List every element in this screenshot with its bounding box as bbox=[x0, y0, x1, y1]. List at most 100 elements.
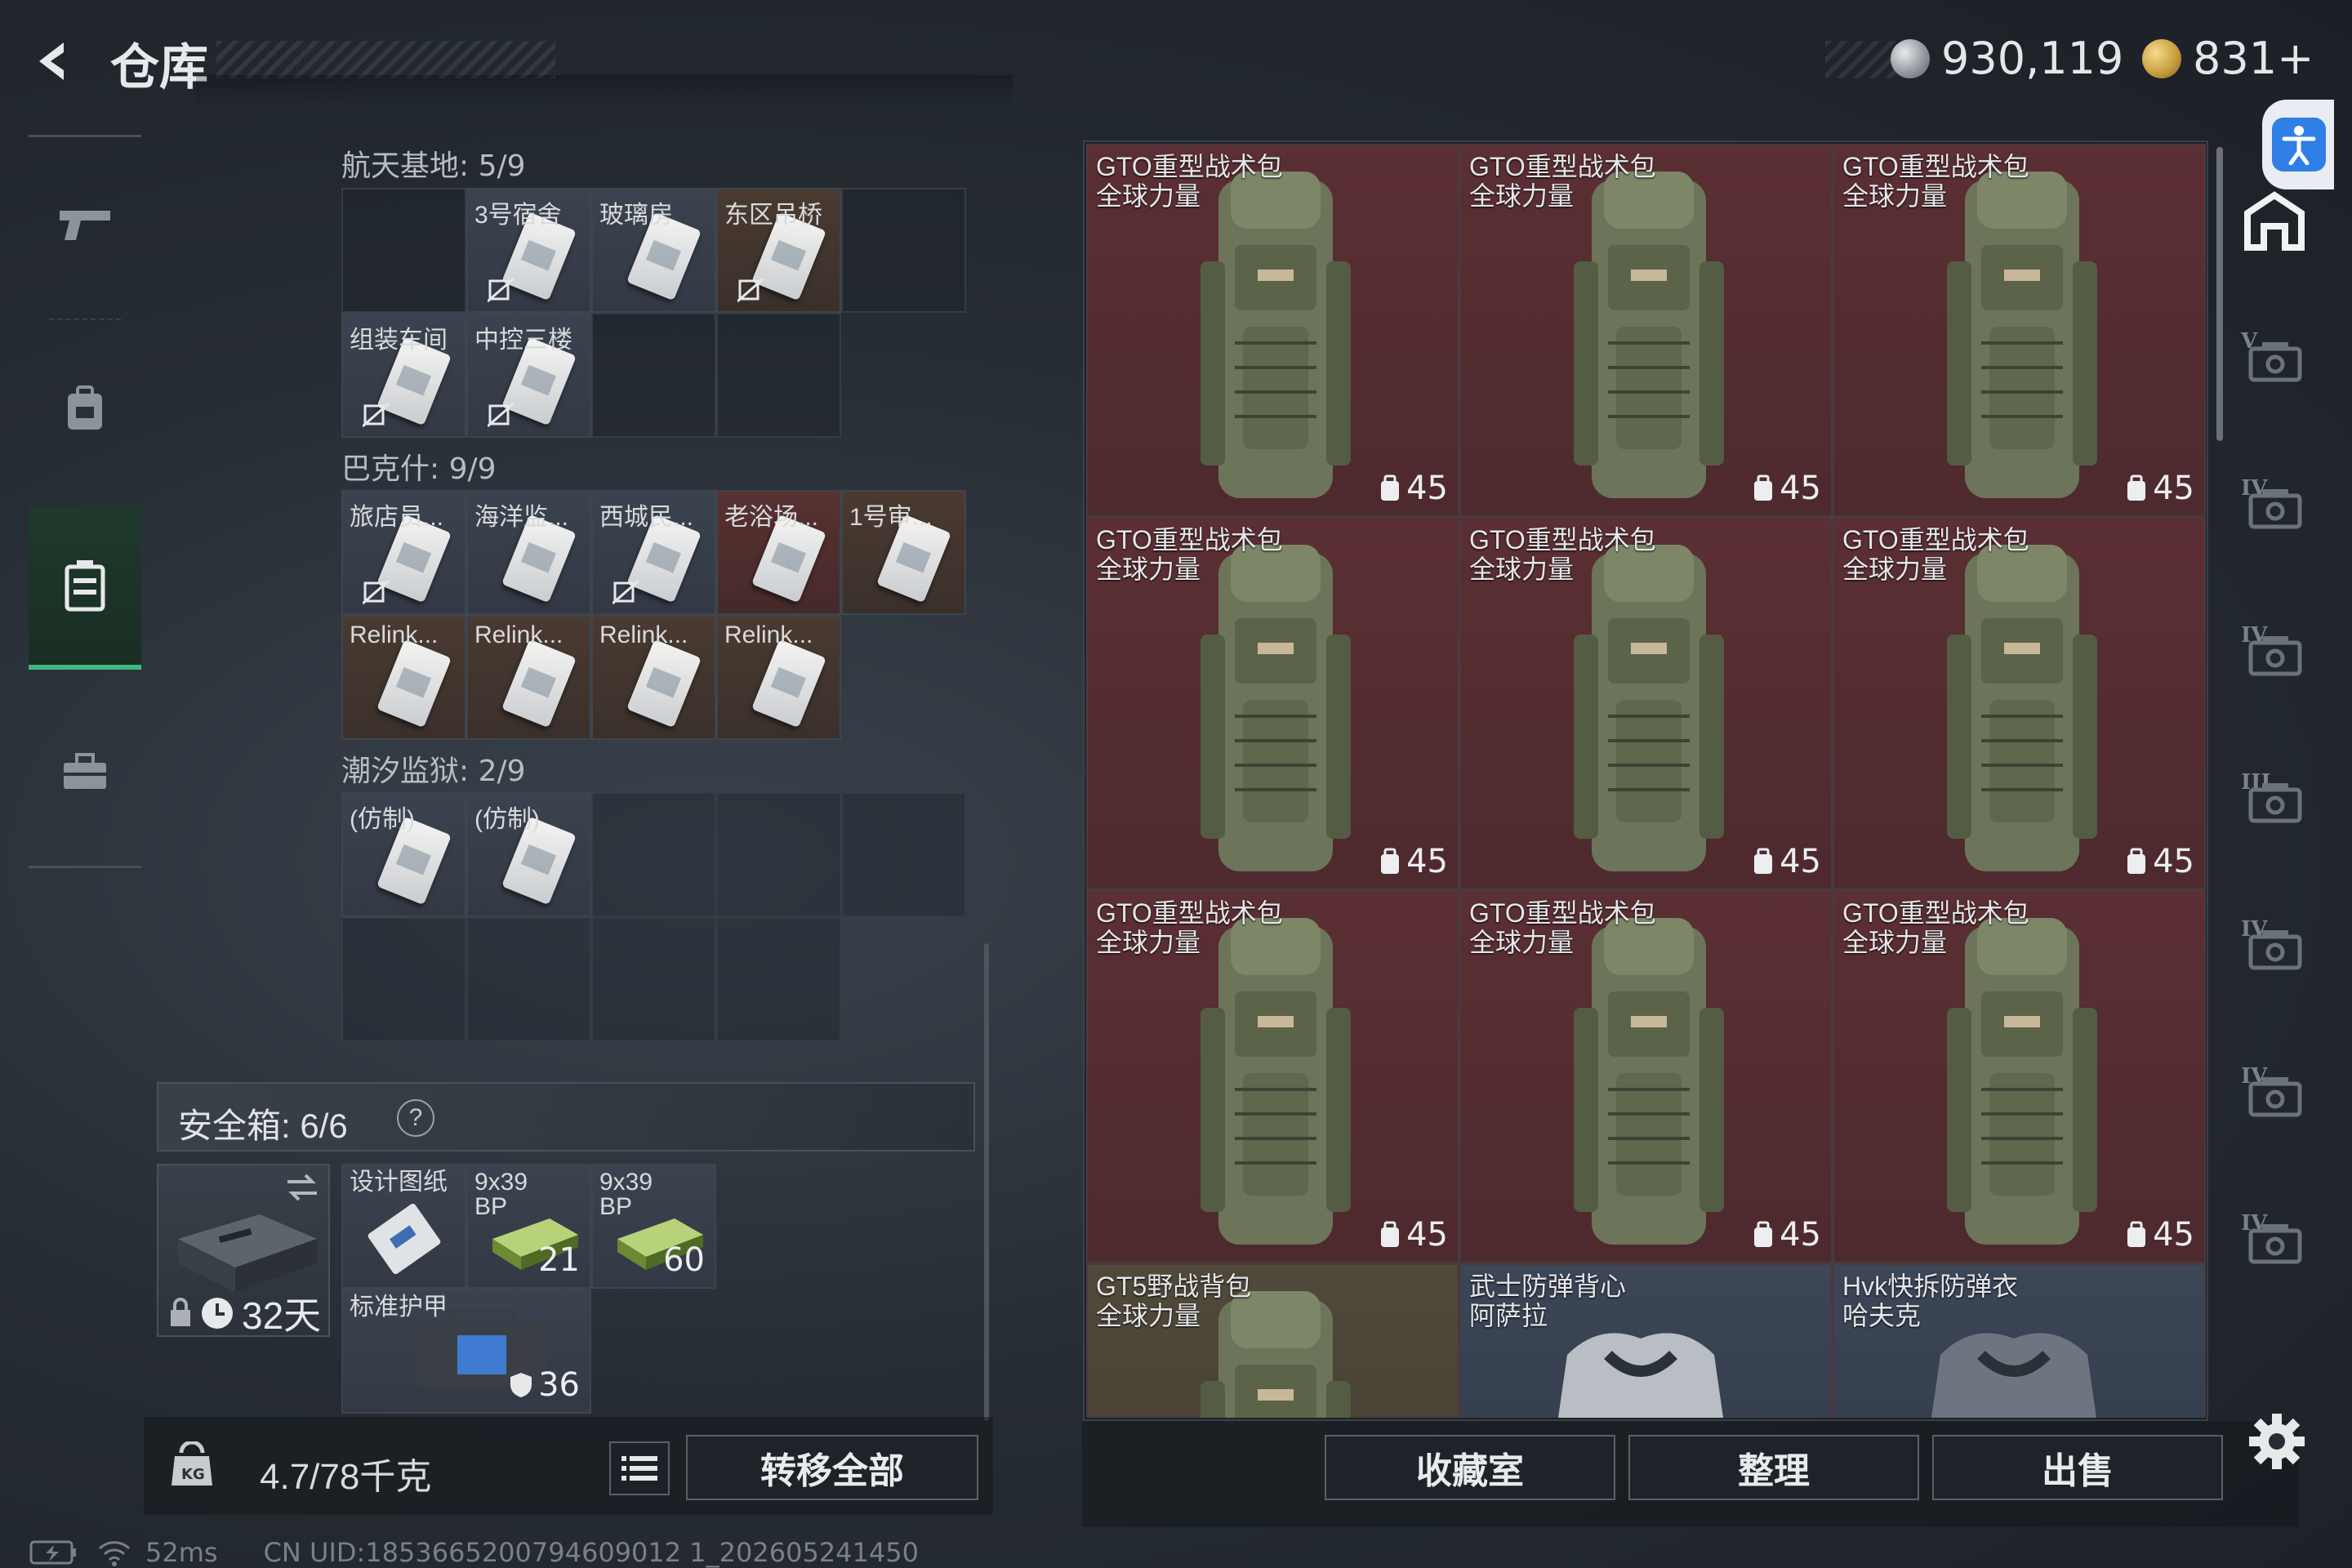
side-tab-tier[interactable]: IV bbox=[2238, 617, 2311, 690]
access-card-slot[interactable]: 3号宿舍 bbox=[466, 188, 591, 313]
side-tab-tier[interactable]: V bbox=[2238, 323, 2311, 396]
collection-room-button[interactable]: 收藏室 bbox=[1325, 1435, 1615, 1500]
inventory-item[interactable]: GTO重型战术包 全球力量 45 bbox=[1833, 144, 2206, 517]
safe-case-icon bbox=[65, 560, 105, 612]
item-name: 设计图纸 bbox=[350, 1169, 448, 1196]
item-weight-count: 45 bbox=[2125, 470, 2194, 507]
empty-slot bbox=[841, 792, 966, 917]
inventory-item[interactable]: GTO重型战术包 全球力量 45 bbox=[1459, 144, 1833, 517]
inventory-item[interactable]: 武士防弹背心 阿萨拉 bbox=[1459, 1263, 1833, 1418]
armor-slot[interactable]: 标准护甲 36 bbox=[341, 1289, 591, 1414]
side-tab-tier[interactable]: IV bbox=[2238, 470, 2311, 543]
backpack-image bbox=[1574, 545, 1724, 871]
item-count-value: 45 bbox=[1780, 843, 1821, 880]
home-tab-button[interactable] bbox=[2238, 184, 2311, 257]
safe-box-help-button[interactable]: ? bbox=[397, 1099, 434, 1137]
item-name: 9x39 BP bbox=[474, 1169, 528, 1220]
access-card-slot[interactable]: 旅店员... bbox=[341, 490, 466, 615]
access-card-slot[interactable]: 老浴场... bbox=[716, 490, 841, 615]
access-card-slot[interactable]: Relink... bbox=[591, 615, 716, 740]
inventory-item[interactable]: GTO重型战术包 全球力量 45 bbox=[1086, 144, 1459, 517]
title-stripe bbox=[216, 41, 555, 78]
access-card-slot[interactable]: (仿制) bbox=[466, 792, 591, 917]
inventory-item[interactable]: GTO重型战术包 全球力量 45 bbox=[1833, 517, 2206, 890]
backpack-capacity-icon bbox=[1381, 474, 1400, 501]
clock-icon bbox=[202, 1298, 233, 1329]
blueprint-icon bbox=[368, 1203, 441, 1275]
currency-gold[interactable]: 831+ bbox=[2142, 33, 2314, 84]
right-scrollbar[interactable] bbox=[2216, 147, 2223, 441]
safe-box-label: 安全箱: 6/6 bbox=[178, 1107, 348, 1145]
access-card-slot[interactable]: 1号审... bbox=[841, 490, 966, 615]
card-name: Relink... bbox=[474, 621, 564, 648]
inventory-item[interactable]: Hvk快拆防弹衣 哈夫克 bbox=[1833, 1263, 2206, 1418]
access-card-icon bbox=[376, 639, 452, 728]
side-tab-tier[interactable]: III bbox=[2238, 764, 2311, 837]
access-card-icon bbox=[626, 639, 702, 728]
back-button[interactable] bbox=[24, 33, 82, 90]
inventory-item[interactable]: GTO重型战术包 全球力量 45 bbox=[1086, 890, 1459, 1263]
list-view-button[interactable] bbox=[609, 1441, 670, 1495]
equipment-tab-icon bbox=[2248, 783, 2302, 823]
access-card-slot[interactable]: 玻璃房 bbox=[591, 188, 716, 313]
side-tab-tier[interactable]: IV bbox=[2238, 911, 2311, 984]
item-name: GTO重型战术包 全球力量 bbox=[1096, 898, 1283, 957]
access-card-slot[interactable]: 组装车间 bbox=[341, 313, 466, 438]
access-card-slot[interactable]: Relink... bbox=[716, 615, 841, 740]
card-name: 西城民... bbox=[599, 504, 694, 531]
equipment-tab-icon bbox=[2248, 636, 2302, 676]
nav-toolbox[interactable] bbox=[29, 715, 141, 829]
access-card-slot[interactable]: 海洋监... bbox=[466, 490, 591, 615]
wifi-icon bbox=[98, 1541, 131, 1566]
settings-button[interactable] bbox=[2244, 1409, 2310, 1474]
empty-slot bbox=[591, 313, 716, 438]
nav-warehouse[interactable] bbox=[29, 506, 141, 670]
inventory-item[interactable]: GTO重型战术包 全球力量 45 bbox=[1086, 517, 1459, 890]
inventory-item[interactable]: GTO重型战术包 全球力量 45 bbox=[1459, 890, 1833, 1263]
nav-weapons[interactable] bbox=[29, 167, 141, 282]
item-count-value: 45 bbox=[1780, 470, 1821, 507]
no-bind-icon bbox=[737, 278, 764, 303]
item-count: 21 bbox=[538, 1241, 580, 1279]
accessibility-button[interactable] bbox=[2262, 100, 2334, 189]
access-card-slot[interactable]: 中控三楼 bbox=[466, 313, 591, 438]
empty-slot bbox=[716, 792, 841, 917]
organize-button[interactable]: 整理 bbox=[1628, 1435, 1919, 1500]
pistol-icon bbox=[60, 211, 110, 240]
access-card-slot[interactable]: Relink... bbox=[466, 615, 591, 740]
item-name: 武士防弹背心 阿萨拉 bbox=[1469, 1272, 1627, 1330]
item-name: 9x39 BP bbox=[599, 1169, 653, 1220]
side-tab-tier[interactable]: IV bbox=[2238, 1058, 2311, 1131]
inventory-item[interactable]: GTO重型战术包 全球力量 45 bbox=[1833, 890, 2206, 1263]
weight-icon: KG bbox=[170, 1440, 214, 1489]
group-grid-tide-prison: (仿制) (仿制) bbox=[341, 792, 966, 1042]
sell-button[interactable]: 出售 bbox=[1932, 1435, 2223, 1500]
access-card-icon bbox=[501, 639, 577, 728]
ammo-slot[interactable]: 9x39 BP 21 bbox=[466, 1164, 591, 1289]
empty-slot bbox=[591, 792, 716, 917]
empty-slot bbox=[841, 188, 966, 313]
backpack-image bbox=[1574, 918, 1724, 1245]
access-card-slot[interactable]: (仿制) bbox=[341, 792, 466, 917]
access-card-slot[interactable]: Relink... bbox=[341, 615, 466, 740]
inventory-item[interactable]: GTO重型战术包 全球力量 45 bbox=[1459, 517, 1833, 890]
blueprint-slot[interactable]: 设计图纸 bbox=[341, 1164, 466, 1289]
access-card-slot[interactable]: 东区吊桥 bbox=[716, 188, 841, 313]
ammo-slot[interactable]: 9x39 BP 60 bbox=[591, 1164, 716, 1289]
item-name: GTO重型战术包 全球力量 bbox=[1469, 898, 1656, 957]
transfer-all-button[interactable]: 转移全部 bbox=[686, 1435, 978, 1500]
inventory-item[interactable]: GT5野战背包 全球力量 bbox=[1086, 1263, 1459, 1418]
item-count: 60 bbox=[663, 1241, 705, 1279]
side-tab-tier[interactable]: IV bbox=[2238, 1205, 2311, 1278]
group-title-space-base: 航天基地: 5/9 bbox=[341, 149, 526, 183]
item-count-value: 45 bbox=[2153, 843, 2194, 880]
access-card-slot[interactable]: 西城民... bbox=[591, 490, 716, 615]
ping-readout: 52ms bbox=[145, 1537, 218, 1568]
item-count: 36 bbox=[509, 1366, 580, 1404]
item-count-value: 45 bbox=[1406, 843, 1448, 880]
card-name: (仿制) bbox=[474, 806, 540, 833]
weight-readout: 4.7/78千克 bbox=[260, 1457, 432, 1497]
home-tab-icon bbox=[2244, 191, 2305, 251]
left-scrollbar[interactable] bbox=[984, 943, 989, 1421]
nav-backpack[interactable] bbox=[29, 351, 141, 466]
